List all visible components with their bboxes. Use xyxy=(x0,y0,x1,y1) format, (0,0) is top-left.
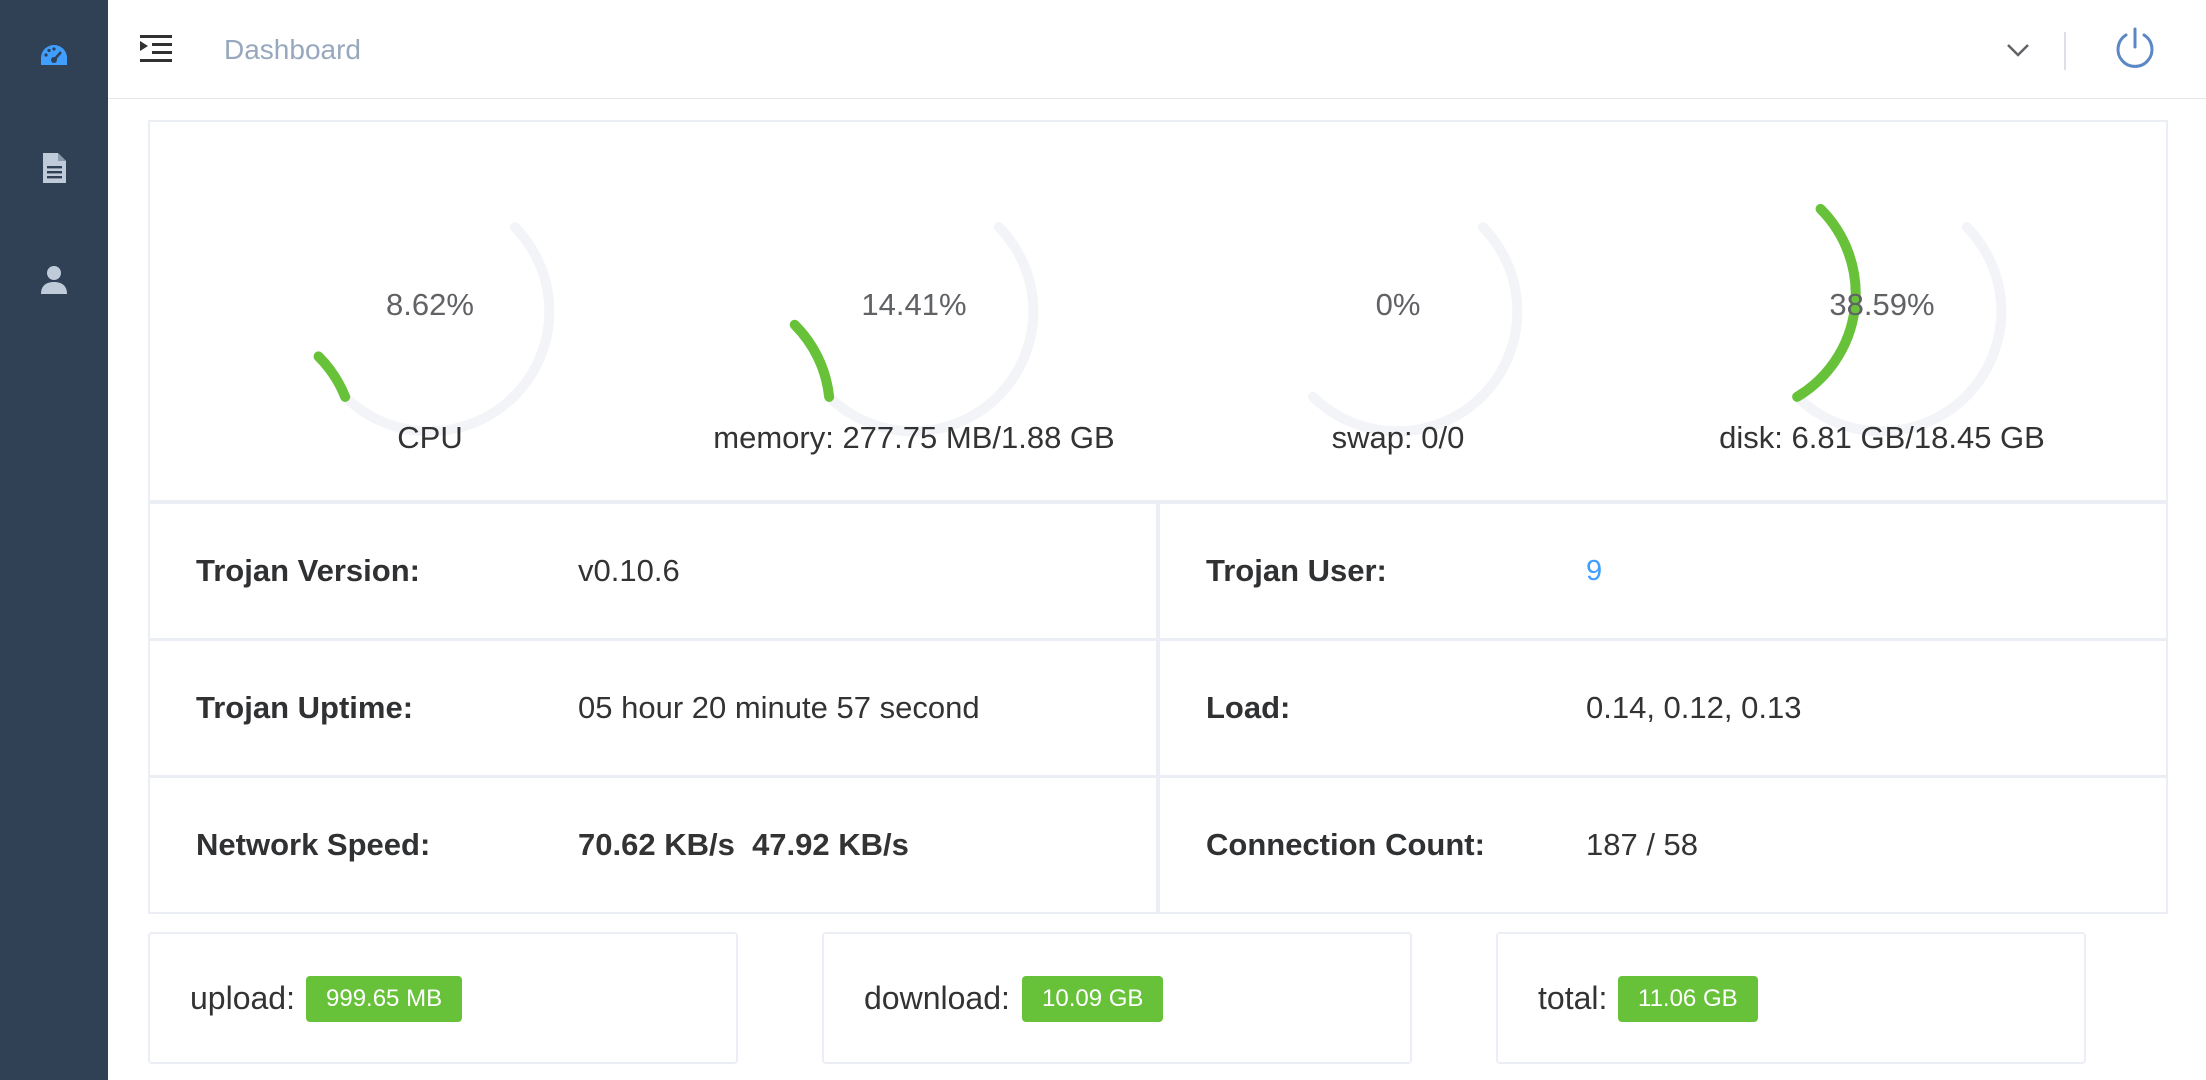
download-label: download: xyxy=(864,980,1010,1016)
cpu-gauge-value: 8.62% xyxy=(386,287,474,322)
navbar: Dashboard xyxy=(108,0,2206,99)
gauge-track xyxy=(340,222,555,437)
cpu-gauge: 8.62% xyxy=(280,162,580,462)
total-tag: 11.06 GB xyxy=(1618,976,1758,1022)
memory-label: memory: 277.75 MB/1.88 GB xyxy=(713,420,1115,455)
version-value: v0.10.6 xyxy=(578,553,680,588)
download-speed: 47.92 KB/s xyxy=(752,827,909,862)
upload-speed: 70.62 KB/s xyxy=(578,827,735,862)
uptime-value: 05 hour 20 minute 57 second xyxy=(578,690,980,725)
power-icon xyxy=(2116,27,2154,68)
chevron-down-icon xyxy=(2007,44,2029,57)
memory-gauge-value: 14.41% xyxy=(861,287,967,322)
download-tag: 10.09 GB xyxy=(1022,976,1164,1022)
speed-label: Network Speed: xyxy=(196,827,431,862)
uptime-label: Trojan Uptime: xyxy=(196,690,414,725)
upload-card: upload: 999.65 MB xyxy=(148,932,738,1064)
download-card: download: 10.09 GB xyxy=(822,932,1412,1064)
gauge-track xyxy=(1792,222,2007,437)
gauge-track xyxy=(824,222,1039,437)
sidebar-item-dashboard[interactable] xyxy=(0,16,108,96)
version-cell: Trojan Version: v0.10.6 xyxy=(148,502,1158,640)
gauge-fill xyxy=(313,351,351,402)
upload-tag: 999.65 MB xyxy=(306,976,463,1022)
cpu-label: CPU xyxy=(397,420,463,455)
dashboard-icon xyxy=(41,45,67,65)
disk-label: disk: 6.81 GB/18.45 GB xyxy=(1719,420,2045,455)
swap-label: swap: 0/0 xyxy=(1331,420,1465,455)
breadcrumb-dashboard[interactable]: Dashboard xyxy=(224,32,361,68)
swap-gauge: 0% xyxy=(1248,162,1548,462)
connection-value: 187 / 58 xyxy=(1586,827,1699,862)
user-dropdown[interactable] xyxy=(2002,34,2034,66)
uptime-cell: Trojan Uptime: 05 hour 20 minute 57 seco… xyxy=(148,639,1158,777)
document-icon xyxy=(43,153,66,183)
memory-gauge: 14.41% xyxy=(764,162,1064,462)
gauge-track xyxy=(1308,222,1523,437)
load-cell: Load: 0.14, 0.12, 0.13 xyxy=(1158,639,2168,777)
sidebar-item-document[interactable] xyxy=(0,128,108,208)
user-icon xyxy=(41,266,67,294)
logout-button[interactable] xyxy=(2112,26,2158,72)
total-card: total: 11.06 GB xyxy=(1496,932,2086,1064)
load-label: Load: xyxy=(1206,690,1291,725)
swap-gauge-value: 0% xyxy=(1375,287,1421,322)
sidebar-item-user[interactable] xyxy=(0,240,108,320)
user-cell: Trojan User: 9 xyxy=(1158,502,2168,640)
gauge-panel: 8.62% CPU 14.41% memory: 277.75 MB/1.88 … xyxy=(148,120,2168,502)
sidebar xyxy=(0,0,108,1080)
connection-label: Connection Count: xyxy=(1206,827,1485,862)
version-label: Trojan Version: xyxy=(196,553,420,588)
load-value: 0.14, 0.12, 0.13 xyxy=(1586,690,1802,725)
upload-label: upload: xyxy=(190,980,295,1016)
speed-cell: Network Speed: 70.62 KB/s 47.92 KB/s xyxy=(148,776,1158,914)
disk-gauge-value: 38.59% xyxy=(1829,287,1935,322)
user-count-label: Trojan User: xyxy=(1206,553,1387,588)
speed-value: 70.62 KB/s 47.92 KB/s xyxy=(578,778,909,912)
disk-gauge: 38.59% xyxy=(1732,162,2032,462)
connection-cell: Connection Count: 187 / 58 xyxy=(1158,776,2168,914)
menu-fold-icon xyxy=(140,35,172,62)
gauge-fill xyxy=(789,319,835,402)
divider xyxy=(2064,32,2066,70)
user-count-link[interactable]: 9 xyxy=(1586,504,1602,638)
total-label: total: xyxy=(1538,980,1608,1016)
sidebar-toggle[interactable] xyxy=(138,32,174,68)
